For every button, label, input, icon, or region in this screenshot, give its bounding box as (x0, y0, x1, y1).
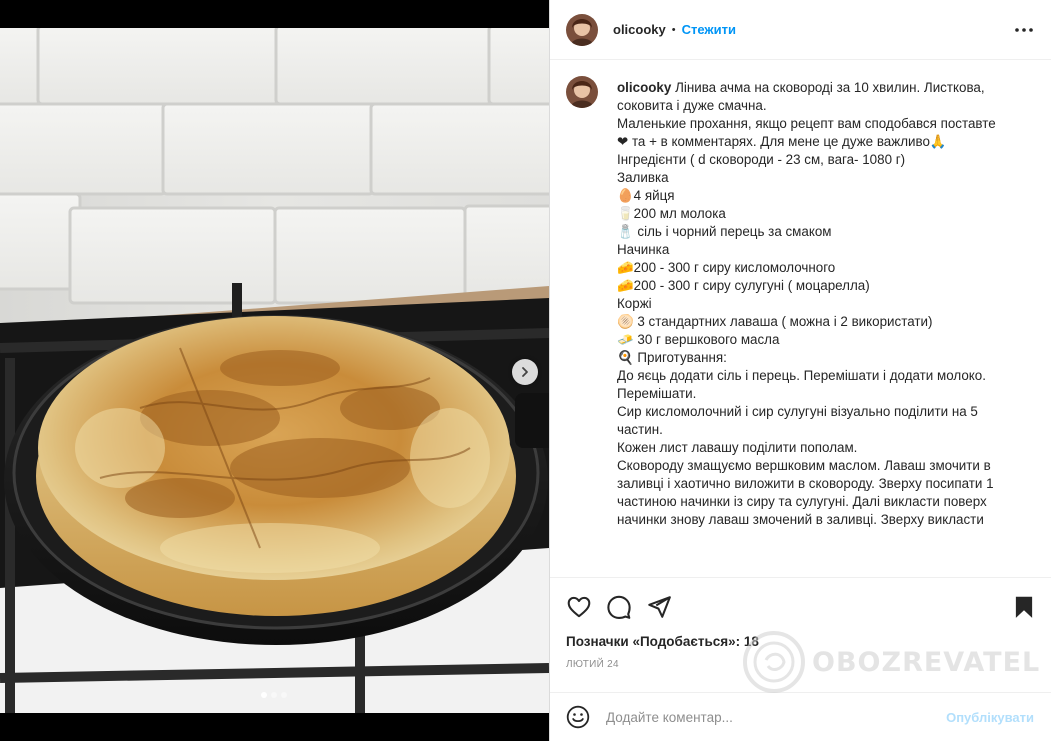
caption-line: 🥛200 мл молока (617, 206, 726, 221)
caption-line: ❤ та + в комментарях. Для мене це дуже в… (617, 134, 947, 149)
carousel-dot (281, 692, 287, 698)
watermark-logo-icon (743, 631, 805, 693)
carousel-dot-active (261, 692, 267, 698)
carousel-dots (261, 692, 287, 698)
header-separator: • (671, 23, 676, 36)
caption-line: Маленькие прохання, якщо рецепт вам спод… (617, 116, 996, 131)
caption-line: Перемішати. (617, 386, 697, 401)
more-options-button[interactable] (1014, 22, 1034, 38)
caption-avatar[interactable] (566, 76, 598, 108)
action-bar (550, 577, 1051, 632)
caption-line: 🧀200 - 300 г сиру кисломолочного (617, 260, 836, 275)
caption-line: Начинка (617, 242, 670, 257)
carousel-dot (271, 692, 277, 698)
caption-line: Кожен лист лавашу поділити пополам. (617, 440, 858, 455)
paper-plane-icon (648, 596, 671, 618)
caption-line: начинки знову лаваш змочений в заливці. … (617, 512, 984, 527)
heart-icon (567, 596, 591, 618)
caption-line: 🧀200 - 300 г сиру сулугуні ( моцарелла) (617, 278, 870, 293)
post-date[interactable]: ЛЮТИЙ 24 (566, 659, 619, 670)
caption-line: Інгредієнти ( d сковороди - 23 см, вага-… (617, 152, 906, 167)
caption-line: частин. (617, 422, 663, 437)
comment-bar: Опублікувати (550, 692, 1051, 741)
save-button[interactable] (1011, 594, 1037, 620)
caption-line: Лінива ачма на сковороді за 10 хвилин. Л… (675, 80, 985, 95)
caption-line: До яєць додати сіль і перець. Перемішати… (617, 368, 986, 383)
caption-line: соковита і дуже смачна. (617, 98, 767, 113)
caption-line: Коржі (617, 296, 652, 311)
caption-scroll-area[interactable]: olicooky Лінива ачма на сковороді за 10 … (550, 61, 1051, 577)
caption-line: Заливка (617, 170, 669, 185)
follow-button[interactable]: Стежити (682, 22, 736, 37)
caption-line: 🍳 Приготування: (617, 350, 727, 365)
comment-icon (607, 595, 631, 619)
bookmark-icon (1015, 596, 1033, 618)
avatar[interactable] (566, 13, 598, 46)
share-button[interactable] (646, 594, 672, 620)
bottom-black-strip (0, 713, 549, 741)
comment-input[interactable] (606, 705, 926, 729)
caption-line: 🧈 30 г вершкового масла (617, 332, 780, 347)
caption-line: заливці і хаотично виложити в сковороду.… (617, 476, 994, 491)
avatar-image (566, 76, 598, 108)
caption-line: Сир кисломолочний і сир сулугуні візуаль… (617, 404, 978, 419)
caption-line: 🫓 3 стандартних лаваша ( можна і 2 викор… (617, 314, 933, 329)
like-button[interactable] (566, 594, 592, 620)
comment-button[interactable] (606, 594, 632, 620)
post-username[interactable]: olicooky (613, 22, 666, 37)
caption-line: Сковороду змащуємо вершковим маслом. Лав… (617, 458, 991, 473)
caption-text: olicooky Лінива ачма на сковороді за 10 … (617, 79, 1017, 529)
post-photo[interactable] (0, 28, 549, 713)
emoji-button[interactable] (566, 705, 590, 729)
caption-username[interactable]: olicooky (617, 80, 671, 95)
carousel-next-button[interactable] (512, 359, 538, 385)
emoji-icon (566, 705, 590, 729)
watermark: OBOZREVATEL (742, 630, 1040, 694)
publish-button[interactable]: Опублікувати (946, 710, 1034, 725)
post-header: olicooky • Стежити (550, 0, 1051, 60)
chevron-right-icon (522, 367, 528, 377)
watermark-text: OBOZREVATEL (812, 646, 1041, 678)
photo-illustration (0, 28, 549, 713)
avatar-image (566, 13, 598, 46)
caption-line: 🥚4 яйця (617, 188, 675, 203)
caption-line: частиною начинки із сиру та сулугуні. Да… (617, 494, 987, 509)
more-horizontal-icon (1015, 28, 1033, 32)
caption-line: 🧂 сіль і чорний перець за смаком (617, 224, 832, 239)
likes-count[interactable]: Позначки «Подобається»: 18 (566, 634, 759, 649)
